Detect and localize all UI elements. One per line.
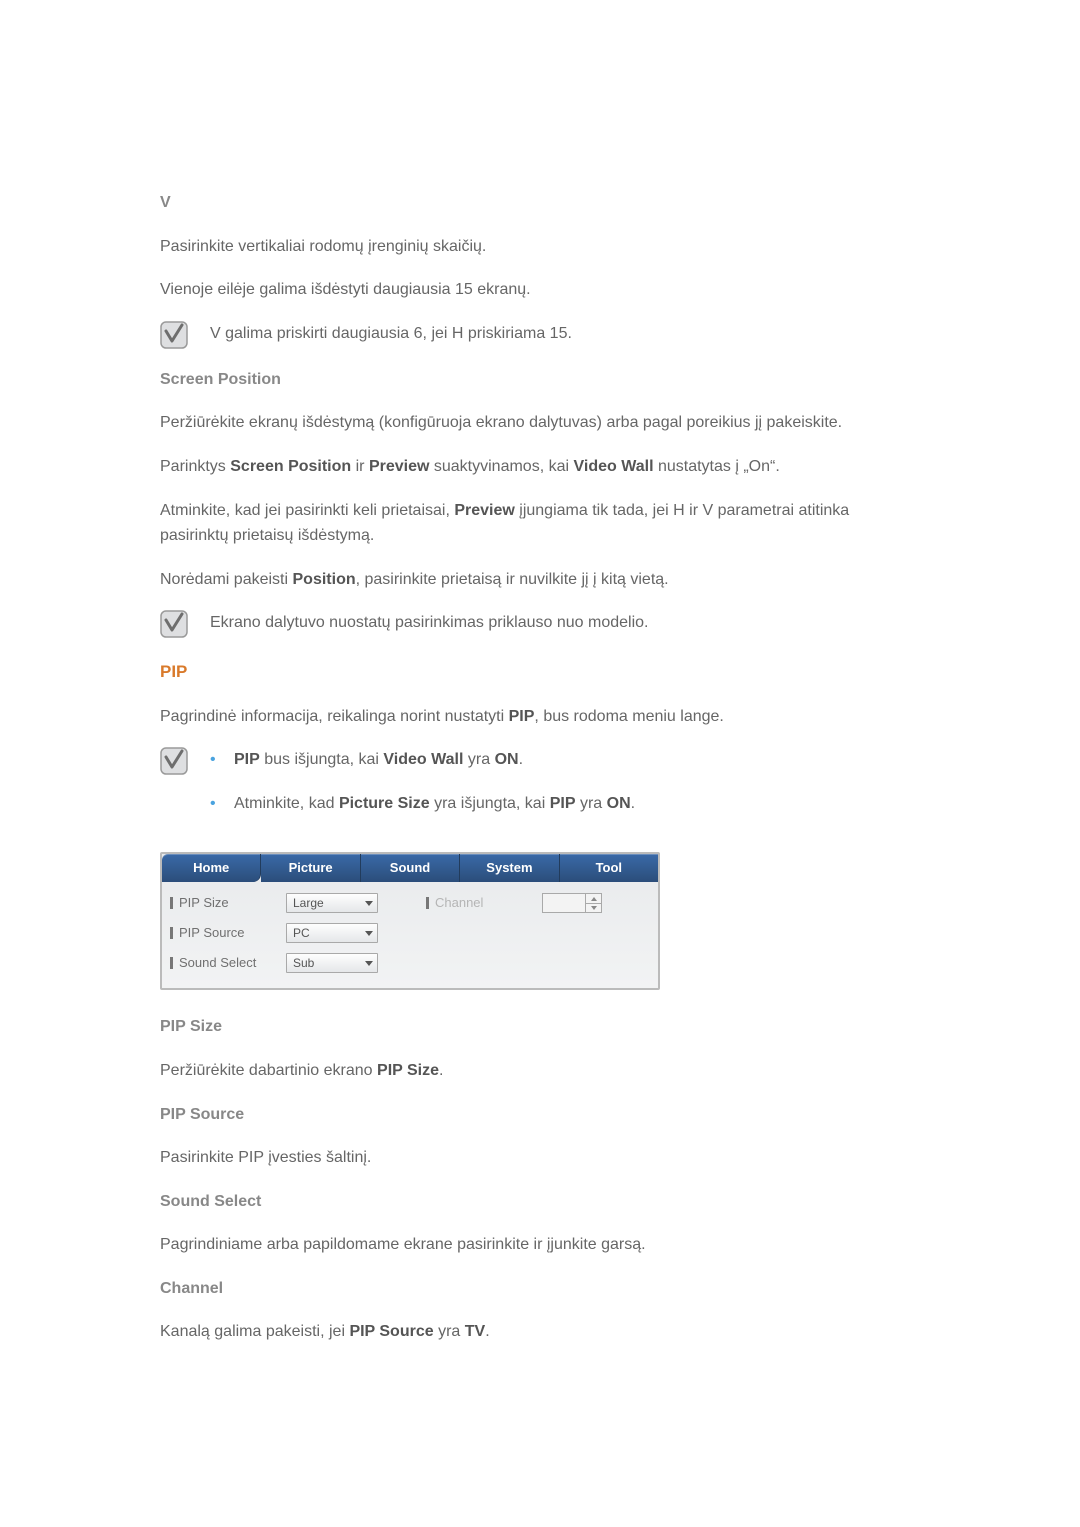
- paragraph: Pasirinkite PIP įvesties šaltinį.: [160, 1145, 920, 1171]
- label-pip-size: PIP Size: [170, 893, 270, 914]
- chevron-down-icon[interactable]: [586, 904, 601, 913]
- paragraph: Peržiūrėkite dabartinio ekrano PIP Size.: [160, 1058, 920, 1084]
- chevron-up-icon[interactable]: [586, 894, 601, 904]
- section-title-pip: PIP: [160, 658, 920, 685]
- note-icon: [160, 747, 188, 775]
- select-value: PC: [293, 924, 310, 943]
- note-icon: [160, 610, 188, 638]
- spinner-value: [543, 894, 585, 912]
- paragraph: Vienoje eilėje galima išdėstyti daugiaus…: [160, 277, 920, 303]
- note-text: V galima priskirti daugiausia 6, jei H p…: [210, 321, 920, 347]
- heading-sound-select: Sound Select: [160, 1189, 920, 1215]
- chevron-down-icon: [365, 901, 373, 906]
- label-sound-select: Sound Select: [170, 953, 270, 974]
- list-item: Atminkite, kad Picture Size yra išjungta…: [210, 791, 920, 817]
- paragraph: Norėdami pakeisti Position, pasirinkite …: [160, 567, 920, 593]
- tab-sound[interactable]: Sound: [361, 854, 460, 882]
- label-channel: Channel: [426, 893, 526, 914]
- paragraph: Pagrindiniame arba papildomame ekrane pa…: [160, 1232, 920, 1258]
- select-value: Sub: [293, 954, 314, 973]
- paragraph: Parinktys Screen Position ir Preview sua…: [160, 454, 920, 480]
- paragraph: Kanalą galima pakeisti, jei PIP Source y…: [160, 1319, 920, 1345]
- tab-picture[interactable]: Picture: [261, 854, 360, 882]
- note-icon: [160, 321, 188, 349]
- tab-system[interactable]: System: [460, 854, 559, 882]
- tab-tool[interactable]: Tool: [560, 854, 658, 882]
- list-item: PIP bus išjungta, kai Video Wall yra ON.: [210, 747, 920, 773]
- heading-pip-size: PIP Size: [160, 1014, 920, 1040]
- spinner-channel[interactable]: [542, 893, 602, 913]
- heading-pip-source: PIP Source: [160, 1102, 920, 1128]
- paragraph: Pagrindinė informacija, reikalinga norin…: [160, 704, 920, 730]
- heading-channel: Channel: [160, 1276, 920, 1302]
- tab-bar: Home Picture Sound System Tool: [162, 854, 658, 882]
- select-value: Large: [293, 894, 324, 913]
- label-pip-source: PIP Source: [170, 923, 270, 944]
- paragraph: Pasirinkite vertikaliai rodomų įrenginių…: [160, 234, 920, 260]
- note-text: Ekrano dalytuvo nuostatų pasirinkimas pr…: [210, 610, 920, 636]
- heading-v: V: [160, 190, 920, 216]
- chevron-down-icon: [365, 961, 373, 966]
- select-sound-select[interactable]: Sub: [286, 953, 378, 973]
- chevron-down-icon: [365, 931, 373, 936]
- select-pip-source[interactable]: PC: [286, 923, 378, 943]
- heading-screen-position: Screen Position: [160, 367, 920, 393]
- tab-home[interactable]: Home: [162, 854, 261, 882]
- paragraph: Peržiūrėkite ekranų išdėstymą (konfigūru…: [160, 410, 920, 436]
- paragraph: Atminkite, kad jei pasirinkti keli priet…: [160, 498, 920, 549]
- settings-panel: Home Picture Sound System Tool PIP Size …: [160, 852, 660, 990]
- select-pip-size[interactable]: Large: [286, 893, 378, 913]
